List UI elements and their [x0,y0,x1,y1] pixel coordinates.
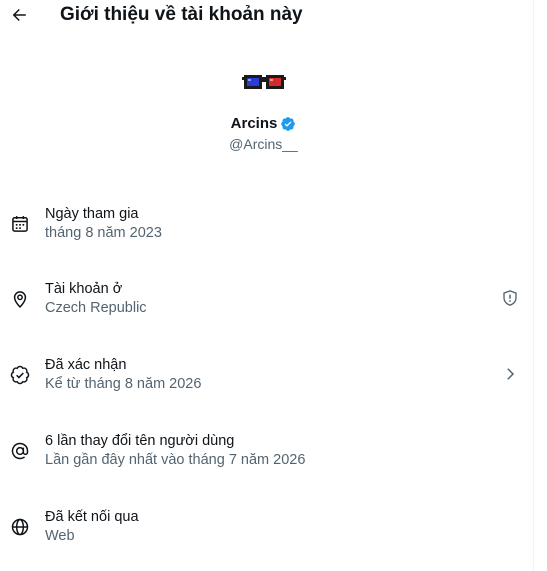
info-row-verified[interactable]: Đã xác nhận Kể từ tháng 8 năm 2026 [0,356,527,396]
at-sign-icon [11,442,29,460]
calendar-icon [12,216,28,232]
username-changes-label: 6 lần thay đổi tên người dùng [45,433,235,449]
page-title: Giới thiệu về tài khoản này [60,4,303,25]
verified-badge-icon[interactable] [280,116,296,132]
verified-check-icon [10,365,30,385]
join-date-value: tháng 8 năm 2023 [45,225,162,241]
page-header: Giới thiệu về tài khoản này [0,0,547,30]
chevron-right-icon [507,368,515,380]
info-row-account-location: Tài khoản ở Czech Republic [0,280,527,320]
name-row: Arcins [0,115,527,132]
username-changes-value: Lần gần đây nhất vào tháng 7 năm 2026 [45,452,306,468]
verified-since-value: Kể từ tháng 8 năm 2026 [45,376,202,392]
account-location-value: Czech Republic [45,300,147,316]
info-row-join-date: Ngày tham gia tháng 8 năm 2023 [0,205,527,245]
connected-via-label: Đã kết nối qua [45,509,139,525]
info-row-username-changes: 6 lần thay đổi tên người dùng Lần gần đâ… [0,432,527,472]
arrow-left-icon [12,9,26,21]
handle: @Arcins__ [229,136,298,152]
back-button[interactable] [8,4,30,26]
profile-summary: Arcins @Arcins__ [0,68,527,152]
join-date-label: Ngày tham gia [45,206,139,222]
location-pin-icon [13,291,27,308]
info-row-connected-via: Đã kết nối qua Web [0,508,527,548]
shield-info-icon[interactable] [501,289,519,307]
scroll-edge [533,0,534,571]
globe-icon [11,518,29,536]
account-location-label: Tài khoản ở [45,281,123,297]
connected-via-value: Web [45,528,75,544]
avatar[interactable] [241,68,286,94]
verified-label: Đã xác nhận [45,357,127,373]
display-name[interactable]: Arcins [231,115,278,132]
